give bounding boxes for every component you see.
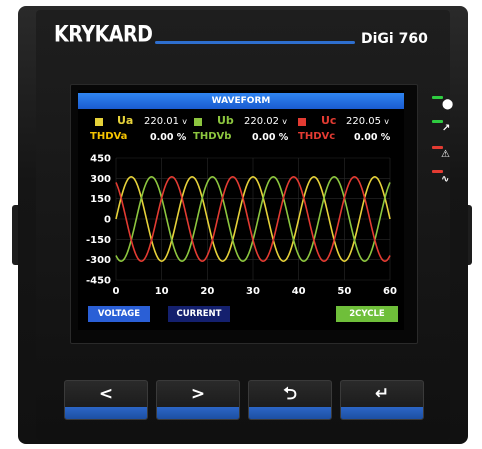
brand-logo: KRYKARD bbox=[54, 22, 153, 48]
ub-value: 220.02 v bbox=[244, 116, 287, 127]
thdvb-label: THDVb bbox=[193, 131, 232, 142]
left-key[interactable]: < bbox=[64, 380, 148, 420]
thdvb-value: 0.00 % bbox=[252, 132, 289, 143]
x-tick-label: 40 bbox=[292, 286, 306, 297]
voltage-softkey[interactable]: VOLTAGE bbox=[88, 306, 150, 322]
screen-title-bar: WAVEFORM bbox=[78, 93, 404, 109]
x-tick-label: 50 bbox=[337, 286, 351, 297]
y-tick-label: -300 bbox=[86, 255, 111, 266]
uc-value: 220.05 v bbox=[346, 116, 389, 127]
y-tick-label: 0 bbox=[104, 215, 111, 226]
cycle-softkey[interactable]: 2CYCLE bbox=[336, 306, 398, 322]
y-tick-label: 450 bbox=[90, 154, 111, 165]
y-tick-label: -150 bbox=[86, 235, 111, 246]
ua-label: Ua bbox=[117, 114, 134, 127]
enter-key[interactable]: ↵ bbox=[340, 380, 424, 420]
screen-title: WAVEFORM bbox=[211, 96, 271, 106]
comm-icon: ↗ bbox=[442, 123, 451, 134]
x-tick-label: 10 bbox=[155, 286, 169, 297]
uc-label: Uc bbox=[321, 114, 337, 127]
uc-swatch bbox=[298, 118, 306, 126]
ub-label: Ub bbox=[217, 114, 234, 127]
back-icon: ⮌ bbox=[283, 384, 297, 404]
thdva-label: THDVa bbox=[90, 131, 128, 142]
y-tick-label: -450 bbox=[86, 276, 111, 287]
alarm-icon: ⚠ bbox=[441, 149, 450, 160]
model-name: DiGi 760 bbox=[361, 31, 428, 47]
thdvc-label: THDVc bbox=[298, 131, 336, 142]
thdvc-value: 0.00 % bbox=[354, 132, 391, 143]
y-tick-label: 300 bbox=[90, 174, 111, 185]
left-arrow-icon: < bbox=[98, 384, 114, 404]
current-softkey[interactable]: CURRENT bbox=[168, 306, 230, 322]
right-key[interactable]: > bbox=[156, 380, 240, 420]
x-tick-label: 0 bbox=[113, 286, 120, 297]
x-tick-label: 60 bbox=[383, 286, 397, 297]
fault-icon: ∿ bbox=[441, 174, 450, 185]
y-tick-label: 150 bbox=[90, 194, 111, 205]
ub-swatch bbox=[194, 118, 202, 126]
waveform-chart: 4503001500-150-300-4500 10 20 30 40 50 60 bbox=[86, 154, 397, 298]
x-tick-label: 20 bbox=[200, 286, 214, 297]
right-arrow-icon: > bbox=[190, 384, 206, 404]
thdva-value: 0.00 % bbox=[150, 132, 187, 143]
ua-swatch bbox=[95, 118, 103, 126]
x-tick-label: 30 bbox=[246, 286, 260, 297]
back-key[interactable]: ⮌ bbox=[248, 380, 332, 420]
ua-value: 220.01 v bbox=[144, 116, 187, 127]
brand-divider bbox=[155, 41, 355, 44]
run-icon: ⬤ bbox=[442, 99, 454, 110]
fault-led bbox=[432, 170, 443, 173]
enter-icon: ↵ bbox=[374, 384, 390, 404]
